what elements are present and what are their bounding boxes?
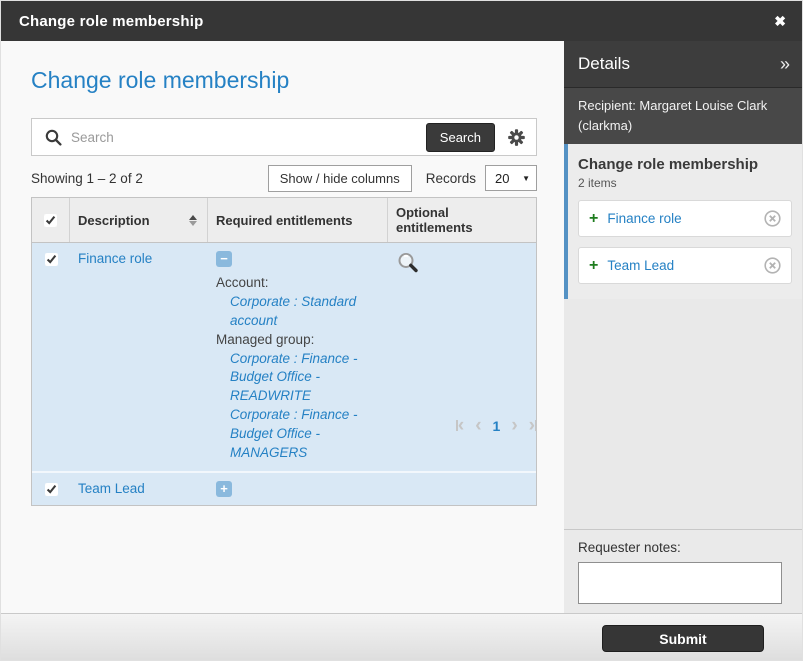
column-header-optional-entitlements[interactable]: Optional entitlements: [388, 198, 536, 242]
column-header-required-entitlements[interactable]: Required entitlements: [208, 198, 388, 242]
entitlement-group-label: Managed group:: [216, 332, 314, 347]
next-page-icon[interactable]: ›: [511, 416, 517, 435]
dialog-footer: Submit: [1, 613, 803, 661]
showing-count-text: Showing 1 – 2 of 2: [31, 171, 268, 186]
search-bar: Search: [31, 118, 537, 156]
add-icon: +: [589, 211, 598, 227]
entitlement-link[interactable]: Corporate : Standard account: [216, 293, 380, 331]
recipient-info: Recipient: Margaret Louise Clark (clarkm…: [564, 88, 803, 144]
optional-entitlements-cell: [388, 243, 536, 471]
select-all-checkbox[interactable]: [44, 214, 57, 227]
cart-item-finance-role: + Finance role: [578, 200, 792, 237]
details-sidebar: Details » Recipient: Margaret Louise Cla…: [564, 41, 803, 613]
close-icon[interactable]: ✖: [774, 14, 786, 28]
dialog-title: Change role membership: [19, 13, 203, 30]
required-entitlements-cell: − Account: Corporate : Standard account …: [208, 243, 388, 471]
show-hide-columns-button[interactable]: Show / hide columns: [268, 165, 412, 192]
collapse-panel-icon[interactable]: »: [780, 55, 790, 73]
dialog-titlebar: Change role membership ✖: [1, 1, 803, 41]
sidebar-spacer: [564, 299, 803, 529]
requester-notes-input[interactable]: [578, 562, 782, 604]
table-header-row: Description Required entitlements Option…: [32, 198, 536, 243]
collapse-row-icon[interactable]: −: [216, 251, 232, 267]
row-checkbox-cell: [32, 243, 70, 471]
optional-entitlements-cell: [388, 473, 536, 505]
requester-notes-section: Requester notes:: [564, 529, 803, 613]
table-row-finance-role: Finance role − Account: Corporate : Stan…: [32, 243, 536, 471]
details-title: Details: [578, 54, 630, 74]
previous-page-icon[interactable]: ‹: [475, 416, 481, 435]
cart-item-label[interactable]: Team Lead: [607, 258, 755, 273]
page-title: Change role membership: [31, 67, 564, 94]
chevron-down-icon: ▼: [522, 174, 530, 183]
search-icon: [45, 129, 62, 146]
sort-icon[interactable]: [189, 215, 199, 226]
details-header: Details »: [564, 41, 803, 88]
last-page-icon[interactable]: ›: [529, 416, 537, 435]
submit-button[interactable]: Submit: [602, 625, 764, 652]
table-toolbar: Showing 1 – 2 of 2 Show / hide columns R…: [31, 164, 537, 192]
search-button[interactable]: Search: [426, 123, 495, 152]
cart-item-label[interactable]: Finance role: [607, 211, 755, 226]
cart-card: Change role membership 2 items + Finance…: [564, 144, 803, 299]
records-label: Records: [426, 171, 476, 186]
entitlement-group-label: Account:: [216, 275, 269, 290]
records-select-value: 20: [495, 171, 509, 186]
current-page-number[interactable]: 1: [493, 418, 501, 434]
change-role-membership-dialog: Change role membership ✖ Change role mem…: [0, 0, 803, 661]
main-content: Change role membership Search Showing 1 …: [1, 41, 564, 613]
entitlement-link[interactable]: Corporate : Finance - Budget Office - RE…: [216, 350, 380, 407]
select-all-cell: [32, 198, 70, 242]
add-icon: +: [589, 258, 598, 274]
row-checkbox-cell: [32, 473, 70, 505]
gear-icon[interactable]: [507, 128, 526, 147]
role-link[interactable]: Finance role: [78, 251, 152, 266]
cart-item-team-lead: + Team Lead: [578, 247, 792, 284]
pagination: ‹ ‹ 1 › ›: [31, 416, 537, 435]
search-input[interactable]: [71, 130, 426, 145]
first-page-icon[interactable]: ‹: [456, 416, 464, 435]
expand-row-icon[interactable]: +: [216, 481, 232, 497]
roles-table: Description Required entitlements Option…: [31, 197, 537, 506]
remove-item-icon[interactable]: [764, 210, 781, 227]
required-entitlements-cell: +: [208, 473, 388, 505]
row-checkbox[interactable]: [45, 483, 58, 496]
column-header-description[interactable]: Description: [70, 198, 208, 242]
records-select[interactable]: 20 ▼: [485, 165, 537, 191]
role-link[interactable]: Team Lead: [78, 481, 145, 496]
requester-notes-label: Requester notes:: [578, 540, 681, 555]
description-cell: Team Lead: [70, 473, 208, 505]
remove-item-icon[interactable]: [764, 257, 781, 274]
magnifier-preview-icon[interactable]: [396, 251, 420, 275]
description-cell: Finance role: [70, 243, 208, 471]
table-row-team-lead: Team Lead +: [32, 471, 536, 505]
row-checkbox[interactable]: [45, 253, 58, 266]
cart-item-count: 2 items: [578, 176, 792, 190]
cart-title: Change role membership: [578, 156, 792, 173]
